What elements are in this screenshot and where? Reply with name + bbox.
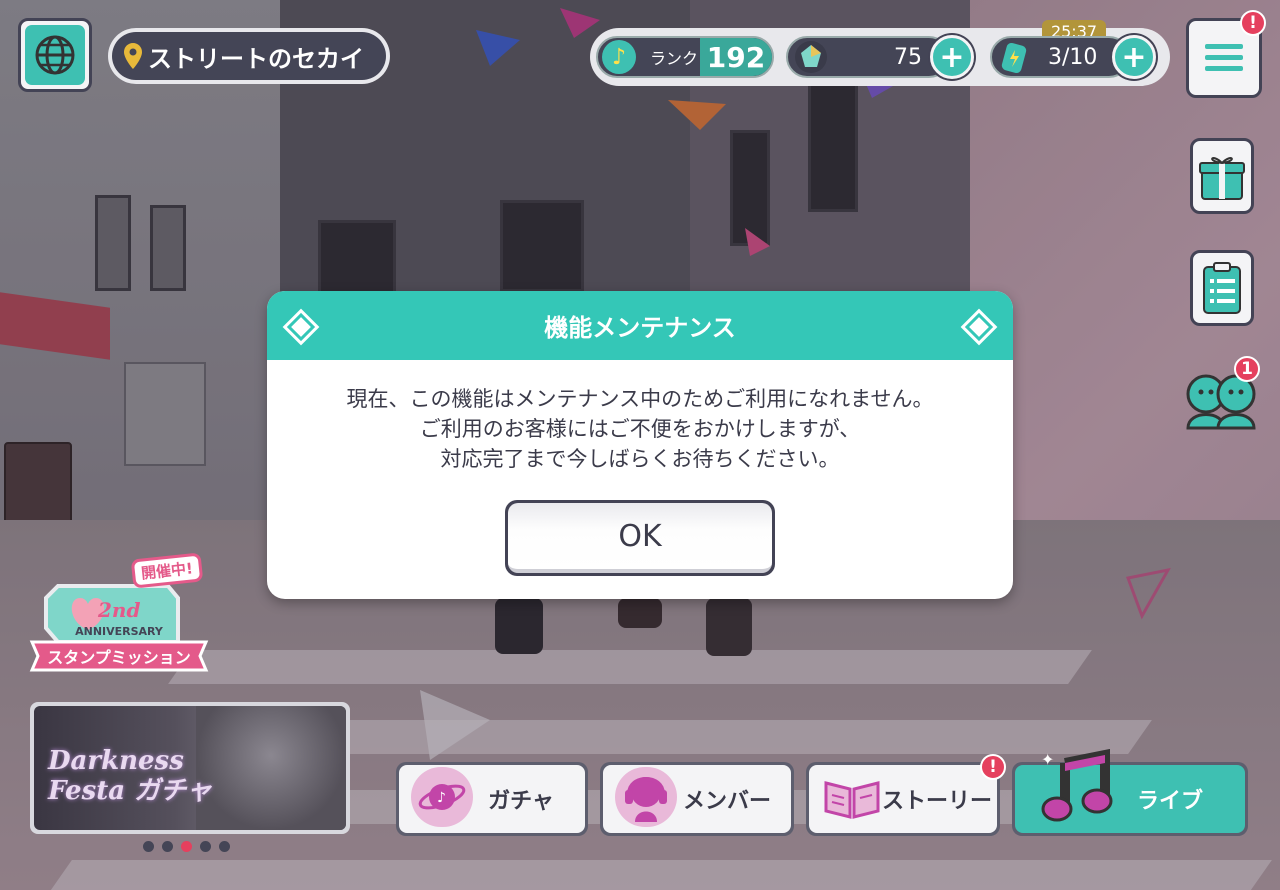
pagination-dot[interactable] [143, 841, 154, 852]
rank-value: 192 [700, 38, 772, 76]
live-label: ライブ [1136, 789, 1203, 814]
crystal-icon [795, 41, 827, 73]
clipboard-icon [1203, 262, 1241, 314]
pagination-dot[interactable] [200, 841, 211, 852]
rank-display[interactable]: ♪ ランク 192 [596, 36, 774, 78]
gift-icon [1199, 157, 1245, 200]
plus-icon: + [939, 39, 965, 75]
globe-icon [25, 25, 85, 85]
banner-title-line: Festa ガチャ [48, 776, 212, 806]
ok-button-label: OK [618, 518, 662, 554]
crystal-count: 75 [894, 45, 922, 70]
missions-button[interactable] [1190, 250, 1254, 326]
event-anniversary-label: ANNIVERSARY [75, 625, 163, 638]
stamina-bottle-icon [1001, 43, 1027, 73]
maintenance-dialog: 機能メンテナンス 現在、この機能はメンテナンス中のためご利用になれません。 ご利… [267, 291, 1013, 599]
stamina-display: 3/10 [990, 36, 1130, 78]
gacha-banner[interactable]: Darkness Festa ガチャ [30, 702, 350, 834]
dialog-message-line: 現在、この機能はメンテナンス中のためご利用になれません。 [346, 387, 934, 411]
world-map-button[interactable] [18, 18, 92, 92]
story-button[interactable]: ストーリー [806, 762, 1000, 836]
plus-icon: + [1121, 39, 1147, 75]
member-label: メンバー [682, 789, 771, 814]
stamp-mission-event-button[interactable]: 開催中! 2nd ANNIVERSARY スタンプミッション [28, 552, 210, 676]
hamburger-menu-icon [1205, 44, 1243, 71]
gacha-label: ガチャ [488, 789, 554, 814]
music-note-icon: ♪ [602, 40, 636, 74]
story-notification-badge: ! [980, 754, 1006, 780]
location-name: ストリートのセカイ [148, 44, 364, 73]
dialog-header: 機能メンテナンス [267, 291, 1013, 360]
stamina-count: 3/10 [1048, 45, 1098, 70]
pagination-dot[interactable] [219, 841, 230, 852]
dialog-title: 機能メンテナンス [544, 314, 736, 342]
location-indicator[interactable]: ストリートのセカイ [108, 28, 390, 84]
pagination-dot-active[interactable] [181, 841, 192, 852]
gift-box-button[interactable] [1190, 138, 1254, 214]
live-button[interactable]: ✦ ライブ [1012, 749, 1248, 836]
member-button[interactable]: メンバー [600, 762, 794, 836]
dialog-message-line: 対応完了まで今しばらくお待ちください。 [440, 447, 840, 471]
menu-notification-badge: ! [1240, 10, 1266, 36]
gacha-button[interactable]: ♪ ガチャ [396, 762, 588, 836]
dialog-message: 現在、この機能はメンテナンス中のためご利用になれません。 ご利用のお客様にはご不… [267, 384, 1013, 474]
story-label: ストーリー [881, 789, 992, 814]
dialog-message-line: ご利用のお客様にはご不便をおかけしますが、 [419, 417, 861, 441]
crystal-display: 75 [786, 36, 950, 78]
diamond-ornament-icon [286, 312, 316, 342]
banner-character-art [196, 706, 346, 830]
pagination-dot[interactable] [162, 841, 173, 852]
svg-text:✦: ✦ [1041, 750, 1054, 769]
event-title: スタンプミッション [47, 648, 191, 667]
diamond-ornament-icon [964, 312, 994, 342]
ok-button[interactable]: OK [505, 500, 775, 576]
event-anniversary-number: 2nd [98, 598, 141, 622]
add-stamina-button[interactable]: + [1112, 35, 1156, 79]
banner-title-line: Darkness [48, 746, 184, 776]
banner-pagination [143, 841, 230, 852]
add-crystal-button[interactable]: + [930, 35, 974, 79]
location-pin-icon [124, 43, 142, 69]
friends-notification-badge: 1 [1234, 356, 1260, 382]
banner-title: Darkness Festa ガチャ [48, 746, 212, 806]
rank-label: ランク [650, 49, 699, 68]
